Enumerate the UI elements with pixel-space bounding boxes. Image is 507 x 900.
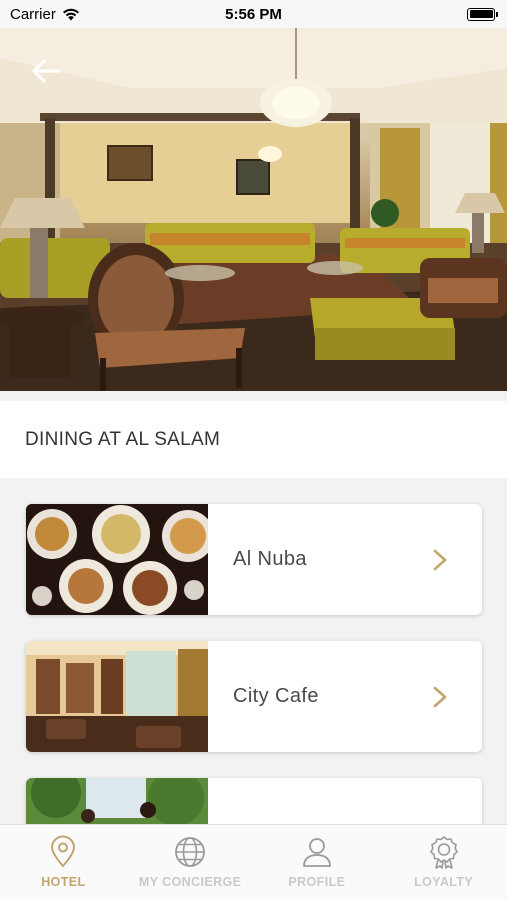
venue-thumbnail [26,641,208,752]
venue-list: Al Nuba City Cafe [0,478,507,824]
venue-card-al-nuba[interactable]: Al Nuba [26,504,482,615]
tab-label: MY CONCIERGE [138,875,242,889]
chevron-right-icon [433,549,447,570]
screen: Carrier 5:56 PM DINING AT AL SALAM Al Nu… [0,0,507,900]
cafe-interior-image [26,641,208,752]
globe-icon [175,837,206,867]
tab-loyalty[interactable]: LOYALTY [380,825,507,900]
section-header: DINING AT AL SALAM [0,401,507,478]
tab-label: LOYALTY [414,875,474,889]
arrow-left-icon [32,59,60,83]
venue-card-body [208,778,482,824]
venue-card-city-cafe[interactable]: City Cafe [26,641,482,752]
outdoor-people-image [26,778,208,824]
award-ribbon-icon [429,836,458,869]
tab-label: PROFILE [288,875,346,889]
battery-icon [467,7,498,21]
lobby-illustration [0,28,507,391]
pastry-plates-image [26,504,208,615]
status-bar: Carrier 5:56 PM [0,0,507,28]
venue-name: Al Nuba [233,548,307,570]
venue-card-body: Al Nuba [208,504,482,615]
tab-bar: HOTEL MY CONCIERGE PROFILE LOYALTY [0,824,507,900]
venue-thumbnail [26,504,208,615]
battery-fill [469,10,493,18]
section-title: DINING AT AL SALAM [25,428,221,450]
tab-label: HOTEL [41,875,86,889]
chevron-right-icon [433,686,447,707]
user-icon [302,838,331,867]
status-left: Carrier [10,6,80,23]
tab-my-concierge[interactable]: MY CONCIERGE [127,825,254,900]
venue-thumbnail [26,778,208,824]
venue-card-body: City Cafe [208,641,482,752]
venue-name: City Cafe [233,685,319,707]
venue-card-partial[interactable] [26,778,482,824]
wifi-icon [62,8,79,20]
back-button[interactable] [30,58,66,94]
location-pin-icon [51,835,76,868]
tab-profile[interactable]: PROFILE [254,825,381,900]
tab-hotel[interactable]: HOTEL [0,825,127,900]
hero-image [0,28,507,391]
carrier-label: Carrier [10,5,56,23]
